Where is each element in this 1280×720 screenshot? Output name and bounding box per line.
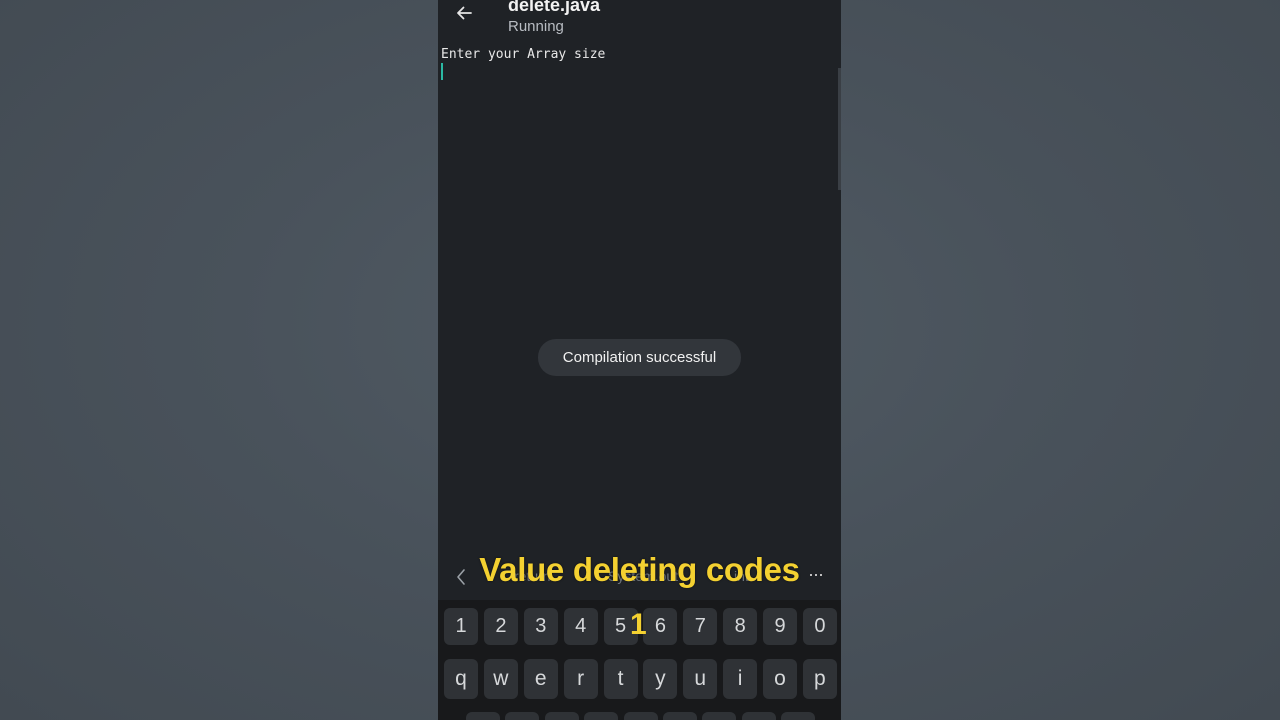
video-caption: Value deleting codes — [479, 551, 800, 588]
key-partial[interactable] — [466, 712, 500, 720]
key-partial[interactable] — [741, 712, 776, 720]
key-y[interactable]: y — [643, 659, 678, 699]
key-w[interactable]: w — [483, 659, 518, 699]
console-output[interactable]: Enter your Array size — [441, 46, 831, 64]
key-partial[interactable] — [662, 712, 697, 720]
key-0[interactable]: 0 — [802, 608, 837, 645]
key-partial[interactable] — [584, 712, 619, 720]
key-2[interactable]: 2 — [483, 608, 518, 645]
key-r[interactable]: r — [563, 659, 598, 699]
key-u[interactable]: u — [683, 659, 718, 699]
toast-message: Compilation successful — [538, 339, 741, 376]
key-8[interactable]: 8 — [723, 608, 758, 645]
key-7[interactable]: 7 — [683, 608, 718, 645]
key-p[interactable]: p — [802, 659, 837, 699]
run-status: Running — [508, 18, 564, 35]
key-i[interactable]: i — [723, 659, 758, 699]
key-q[interactable]: q — [444, 659, 478, 699]
file-title: delete.java — [508, 0, 601, 15]
key-4[interactable]: 4 — [563, 608, 598, 645]
key-o[interactable]: o — [763, 659, 797, 699]
key-e[interactable]: e — [523, 659, 558, 699]
scrollbar[interactable] — [838, 68, 841, 190]
key-3[interactable]: 3 — [523, 608, 558, 645]
back-button[interactable] — [450, 0, 478, 26]
partial-key-row — [444, 712, 837, 720]
key-partial[interactable] — [544, 712, 579, 720]
video-frame: delete.java Running Enter your Array siz… — [0, 0, 1280, 720]
key-press-hint: 1 — [630, 608, 647, 641]
key-9[interactable]: 9 — [763, 608, 797, 645]
key-partial[interactable] — [781, 712, 815, 720]
key-t[interactable]: t — [603, 659, 638, 699]
phone-screen: delete.java Running Enter your Array siz… — [438, 0, 841, 720]
arrow-left-icon — [457, 6, 472, 20]
key-1[interactable]: 1 — [444, 608, 478, 645]
key-partial[interactable] — [702, 712, 737, 720]
key-partial[interactable] — [623, 712, 658, 720]
key-6[interactable]: 6 — [643, 608, 678, 645]
key-partial[interactable] — [505, 712, 540, 720]
app-header: delete.java Running — [438, 0, 841, 42]
text-cursor — [441, 63, 443, 80]
letter-row: q w e r t y u i o p — [444, 659, 837, 699]
